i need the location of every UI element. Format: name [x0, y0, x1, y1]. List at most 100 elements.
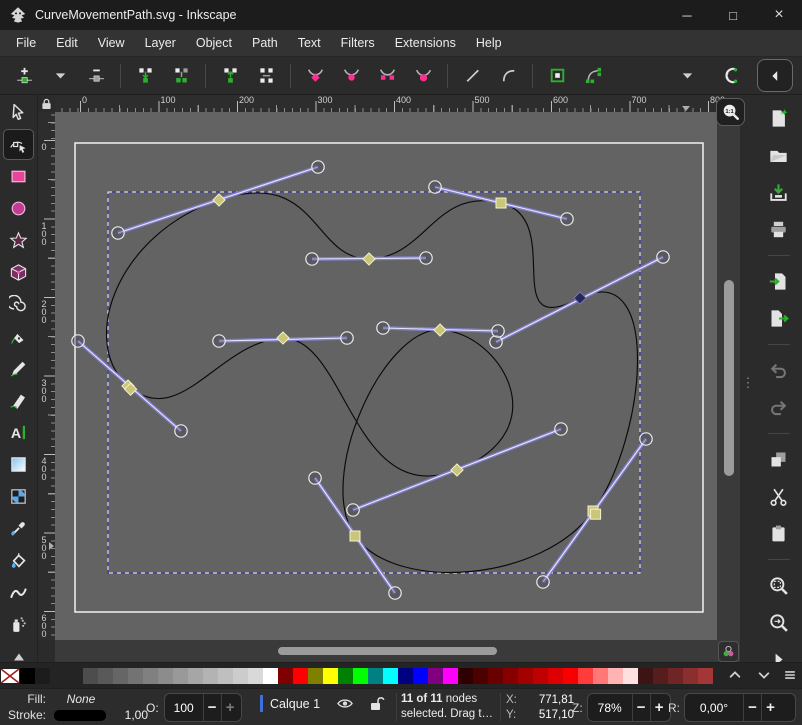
palette-swatch[interactable]: [278, 668, 293, 684]
menu-filters[interactable]: Filters: [331, 30, 385, 56]
palette-menu-button[interactable]: [779, 665, 801, 685]
palette-swatch[interactable]: [608, 668, 623, 684]
toolbar-dropdown-button[interactable]: [673, 62, 701, 90]
palette-swatch[interactable]: [248, 668, 263, 684]
insert-dropdown-button[interactable]: [46, 62, 74, 90]
node-symmetric-button[interactable]: [373, 62, 401, 90]
path-node-diamond[interactable]: [451, 464, 463, 476]
rotation-decrease-button[interactable]: −: [743, 694, 761, 721]
path-node-square[interactable]: [591, 509, 601, 519]
palette-swatch[interactable]: [143, 668, 158, 684]
doc-new-button[interactable]: [766, 105, 792, 131]
segment-line-button[interactable]: [458, 62, 486, 90]
vertical-scrollbar-thumb[interactable]: [724, 280, 734, 476]
palette-swatch[interactable]: [578, 668, 593, 684]
path-node-diamond[interactable]: [213, 194, 225, 206]
pencil-tool[interactable]: [4, 354, 33, 383]
palette-swatch[interactable]: [83, 668, 98, 684]
vertical-scrollbar[interactable]: [717, 112, 740, 640]
palette-swatch[interactable]: [413, 668, 428, 684]
palette-swatch[interactable]: [668, 668, 683, 684]
palette-swatch[interactable]: [683, 668, 698, 684]
palette-swatch-none[interactable]: [0, 668, 20, 684]
vertical-ruler[interactable]: 0100200300400500600: [38, 112, 55, 640]
color-managed-view-button[interactable]: [718, 641, 739, 662]
horizontal-ruler[interactable]: 0100200300400500600700800: [55, 95, 717, 112]
path-node-diamond[interactable]: [363, 253, 375, 265]
quick-zoom-button[interactable]: 1:1: [716, 98, 745, 126]
print-button[interactable]: [766, 216, 792, 242]
spiral-tool[interactable]: [4, 290, 33, 319]
palette-swatch[interactable]: [218, 668, 233, 684]
palette-swatch[interactable]: [548, 668, 563, 684]
handle-endpoint[interactable]: [377, 322, 389, 334]
ruler-lock[interactable]: [38, 95, 55, 112]
object-to-path-button[interactable]: [543, 62, 571, 90]
menu-view[interactable]: View: [88, 30, 135, 56]
palette-swatch[interactable]: [158, 668, 173, 684]
palette-swatch[interactable]: [98, 668, 113, 684]
maximize-button[interactable]: □: [710, 0, 756, 30]
zoom-value[interactable]: 78%: [588, 701, 632, 715]
menu-object[interactable]: Object: [186, 30, 242, 56]
gradient-tool[interactable]: [4, 450, 33, 479]
zoom-decrease-button[interactable]: −: [632, 694, 650, 721]
cut-button[interactable]: [766, 483, 792, 509]
folder-open-button[interactable]: [766, 142, 792, 168]
palette-scroll-up-button[interactable]: [724, 665, 746, 685]
handle-endpoint[interactable]: [561, 213, 573, 225]
palette-swatch[interactable]: [323, 668, 338, 684]
import-button[interactable]: [766, 268, 792, 294]
palette-swatch[interactable]: [473, 668, 488, 684]
palette-swatch[interactable]: [68, 668, 83, 684]
palette-swatch[interactable]: [188, 668, 203, 684]
rect-tool[interactable]: [4, 162, 33, 191]
insert-node-button[interactable]: [10, 62, 38, 90]
palette-swatch[interactable]: [653, 668, 668, 684]
layer-visibility-toggle[interactable]: [336, 697, 354, 710]
join-nodes-button[interactable]: [131, 62, 159, 90]
palette-swatch[interactable]: [503, 668, 518, 684]
palette-swatch[interactable]: [383, 668, 398, 684]
menu-file[interactable]: File: [6, 30, 46, 56]
handle-endpoint[interactable]: [420, 252, 432, 264]
palette-scroll-down-button[interactable]: [753, 665, 775, 685]
palette-swatch[interactable]: [128, 668, 143, 684]
opacity-value[interactable]: 100: [165, 701, 203, 715]
palette-swatch[interactable]: [293, 668, 308, 684]
menu-layer[interactable]: Layer: [135, 30, 186, 56]
canvas-viewport[interactable]: [55, 112, 717, 640]
fill-stroke-indicator[interactable]: Fill: None Stroke: 1,00: [2, 691, 148, 723]
close-button[interactable]: ×: [756, 0, 802, 30]
path-node-diamond[interactable]: [434, 324, 446, 336]
node-tool[interactable]: [4, 130, 33, 159]
rotation-increase-button[interactable]: +: [761, 694, 779, 721]
palette-swatch[interactable]: [233, 668, 248, 684]
palette-swatch[interactable]: [353, 668, 368, 684]
canvas-drawing[interactable]: [55, 112, 717, 640]
handle-endpoint[interactable]: [537, 576, 549, 588]
handle-endpoint[interactable]: [429, 181, 441, 193]
palette-swatch[interactable]: [638, 668, 653, 684]
palette-swatch[interactable]: [398, 668, 413, 684]
zoom-drawing-button[interactable]: [766, 609, 792, 635]
collapse-panel-button[interactable]: [757, 59, 793, 92]
handle-endpoint[interactable]: [175, 425, 187, 437]
bezier-path[interactable]: [106, 193, 637, 573]
palette-swatch[interactable]: [308, 668, 323, 684]
palette-swatch[interactable]: [338, 668, 353, 684]
spray-tool[interactable]: [4, 610, 33, 639]
palette-swatch[interactable]: [428, 668, 443, 684]
palette-swatch[interactable]: [203, 668, 218, 684]
handle-endpoint[interactable]: [389, 587, 401, 599]
palette-swatch[interactable]: [173, 668, 188, 684]
layer-lock-toggle[interactable]: [368, 696, 385, 711]
zoom-increase-button[interactable]: +: [650, 694, 668, 721]
menu-edit[interactable]: Edit: [46, 30, 88, 56]
palette-swatch[interactable]: [20, 668, 35, 684]
horizontal-scrollbar-thumb[interactable]: [278, 647, 497, 655]
palette-swatch[interactable]: [443, 668, 458, 684]
stroke-color-swatch[interactable]: [54, 710, 106, 721]
opacity-increase-button[interactable]: +: [221, 694, 239, 721]
palette-swatch[interactable]: [623, 668, 638, 684]
